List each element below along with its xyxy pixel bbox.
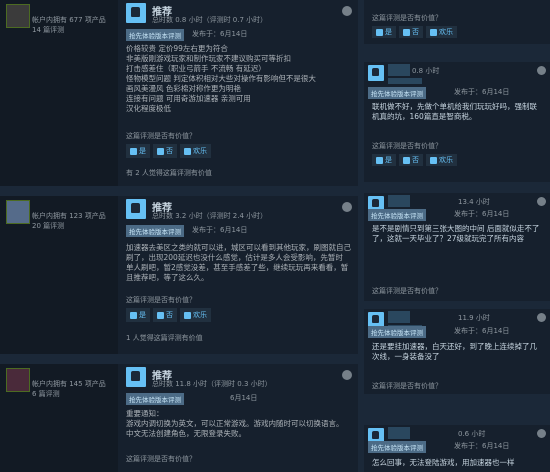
vote-funny-button[interactable]: 欢乐 — [180, 308, 211, 322]
title-placeholder — [388, 64, 410, 76]
thumbs-up-icon — [126, 3, 146, 23]
playtime: 总时数 3.2 小时（评测时 2.4 小时） — [152, 212, 268, 220]
review-count[interactable]: 20 篇评测 — [32, 221, 64, 231]
vote-yes-button[interactable]: 是 — [372, 26, 396, 38]
vote-funny-button[interactable]: 欢乐 — [426, 26, 457, 38]
vote-funny-button[interactable]: 欢乐 — [180, 144, 211, 158]
early-access-badge: 抢先体验版本评测 — [126, 393, 184, 405]
review-body: 重要通知： 游戏内调切换为英文，可以正常游戏。游戏内随时可以切换语言。 中文无法… — [126, 409, 344, 438]
helpful-question: 这篇评测是否有价值？ — [372, 142, 442, 150]
smiley-icon — [184, 147, 191, 155]
steam-icon — [537, 313, 546, 322]
avatar[interactable] — [6, 4, 30, 28]
side-review-card: 11.9 小时 抢先体验版本评测 发布于：6月14日 还是要挂加速器，白天还好，… — [364, 309, 550, 394]
thumbs-up-icon — [376, 28, 383, 36]
steam-icon — [537, 66, 546, 75]
steam-icon — [342, 370, 352, 380]
posted-date: 发布于：6月14日 — [454, 210, 510, 218]
posted-date: 发布于：6月14日 — [454, 88, 510, 96]
avatar[interactable] — [6, 368, 30, 392]
helpful-question: 这篇评测是否有价值？ — [372, 14, 442, 22]
thumbs-up-icon — [376, 156, 383, 164]
vote-count: 1 人觉得这篇评测有价值 — [126, 334, 203, 342]
posted-date: 6月14日 — [230, 394, 258, 402]
early-access-badge: 抢先体验版本评测 — [368, 326, 426, 338]
products-owned: 帐户内拥有 145 项产品 — [32, 380, 106, 388]
early-access-badge: 抢先体验版本评测 — [126, 29, 184, 41]
posted-date: 发布于：6月14日 — [192, 226, 248, 234]
reviewer-panel: 帐户内拥有 145 项产品 6 篇评测 — [0, 364, 118, 472]
thumbs-up-icon — [126, 367, 146, 387]
side-review-footer: 这篇评测是否有价值？ 是 否 欢乐 — [364, 0, 550, 44]
title-placeholder — [388, 311, 410, 323]
posted-date: 发布于：6月14日 — [454, 442, 510, 450]
playtime: 0.6 小时 — [458, 430, 486, 438]
side-review-card: 0.8 小时 抢先体验版本评测 发布于：6月14日 联机做不好，先做个单机给我们… — [364, 62, 550, 182]
review-body: 怎么回事，无法登陆游戏，用加速器也一样 — [372, 458, 515, 467]
helpful-question: 这篇评测是否有价值？ — [372, 287, 442, 295]
playtime: 总时数 11.8 小时（评测时 0.3 小时） — [152, 380, 272, 388]
early-access-badge: 抢先体验版本评测 — [368, 209, 426, 221]
vote-count: 有 2 人觉得这篇评测有价值 — [126, 169, 212, 177]
thumbs-up-icon — [368, 65, 384, 81]
vote-no-button[interactable]: 否 — [399, 154, 423, 166]
products-owned: 帐户内拥有 677 项产品 — [32, 16, 106, 24]
thumbs-up-icon — [130, 147, 137, 155]
playtime: 13.4 小时 — [458, 198, 490, 206]
title-placeholder — [388, 78, 422, 84]
posted-date: 发布于：6月14日 — [454, 327, 510, 335]
playtime: 总时数 0.8 小时（评测时 0.7 小时） — [152, 16, 268, 24]
early-access-badge: 抢先体验版本评测 — [126, 225, 184, 237]
review-count[interactable]: 6 篇评测 — [32, 389, 60, 399]
playtime: 0.8 小时 — [412, 67, 440, 75]
helpful-question: 这篇评测是否有价值？ — [126, 455, 196, 463]
playtime: 11.9 小时 — [458, 314, 490, 322]
smiley-icon — [184, 311, 191, 319]
vote-no-button[interactable]: 否 — [153, 308, 177, 322]
title-placeholder — [388, 427, 410, 439]
vote-no-button[interactable]: 否 — [399, 26, 423, 38]
vote-no-button[interactable]: 否 — [153, 144, 177, 158]
review-card: 帐户内拥有 123 项产品 20 篇评测 推荐 总时数 3.2 小时（评测时 2… — [0, 196, 358, 354]
thumbs-down-icon — [157, 147, 164, 155]
early-access-badge: 抢先体验版本评测 — [368, 87, 426, 99]
helpful-question: 这篇评测是否有价值？ — [372, 382, 442, 390]
title-placeholder — [388, 195, 410, 207]
thumbs-down-icon — [157, 311, 164, 319]
thumbs-up-icon — [130, 311, 137, 319]
vote-yes-button[interactable]: 是 — [126, 308, 150, 322]
side-review-card: 0.6 小时 抢先体验版本评测 发布于：6月14日 怎么回事，无法登陆游戏，用加… — [364, 425, 550, 472]
review-count[interactable]: 14 篇评测 — [32, 25, 64, 35]
avatar[interactable] — [6, 200, 30, 224]
thumbs-down-icon — [403, 156, 410, 164]
review-card: 帐户内拥有 677 项产品 14 篇评测 推荐 总时数 0.8 小时（评测时 0… — [0, 0, 358, 186]
products-owned: 帐户内拥有 123 项产品 — [32, 212, 106, 220]
steam-icon — [342, 6, 352, 16]
review-body: 价格较贵 定价99左右更为符合 非美版刚游戏玩家和制作玩家不建议购买可等折扣 打… — [126, 44, 316, 113]
reviewer-panel: 帐户内拥有 677 项产品 14 篇评测 — [0, 0, 118, 186]
steam-icon — [537, 429, 546, 438]
steam-icon — [537, 197, 546, 206]
steam-icon — [342, 202, 352, 212]
early-access-badge: 抢先体验版本评测 — [368, 441, 426, 453]
posted-date: 发布于：6月14日 — [192, 30, 248, 38]
vote-yes-button[interactable]: 是 — [372, 154, 396, 166]
side-review-card: 13.4 小时 抢先体验版本评测 发布于：6月14日 是不是剧情只到第三张大图的… — [364, 193, 550, 301]
review-body: 还是要挂加速器，白天还好，到了晚上连续掉了几 次线，一身装备没了 — [372, 342, 537, 361]
smiley-icon — [430, 156, 437, 164]
vote-funny-button[interactable]: 欢乐 — [426, 154, 457, 166]
thumbs-down-icon — [403, 28, 410, 36]
reviewer-panel: 帐户内拥有 123 项产品 20 篇评测 — [0, 196, 118, 354]
vote-yes-button[interactable]: 是 — [126, 144, 150, 158]
thumbs-up-icon — [126, 199, 146, 219]
review-body: 是不是剧情只到第三张大图的中间 后面就似走不了 了，这就一天毕业了？27级就玩完… — [372, 224, 540, 243]
review-card: 帐户内拥有 145 项产品 6 篇评测 推荐 总时数 11.8 小时（评测时 0… — [0, 364, 358, 472]
review-body: 联机做不好，先做个单机给我们玩玩好吗，强制联 机真的坑，160篇直是智商税。 — [372, 102, 537, 121]
review-body: 加速器去美区之类的就可以进，城区可以看到其他玩家，刷图就自己 刷了，出现200延… — [126, 243, 351, 282]
helpful-question: 这篇评测是否有价值？ — [126, 132, 196, 140]
smiley-icon — [430, 28, 437, 36]
helpful-question: 这篇评测是否有价值？ — [126, 296, 196, 304]
